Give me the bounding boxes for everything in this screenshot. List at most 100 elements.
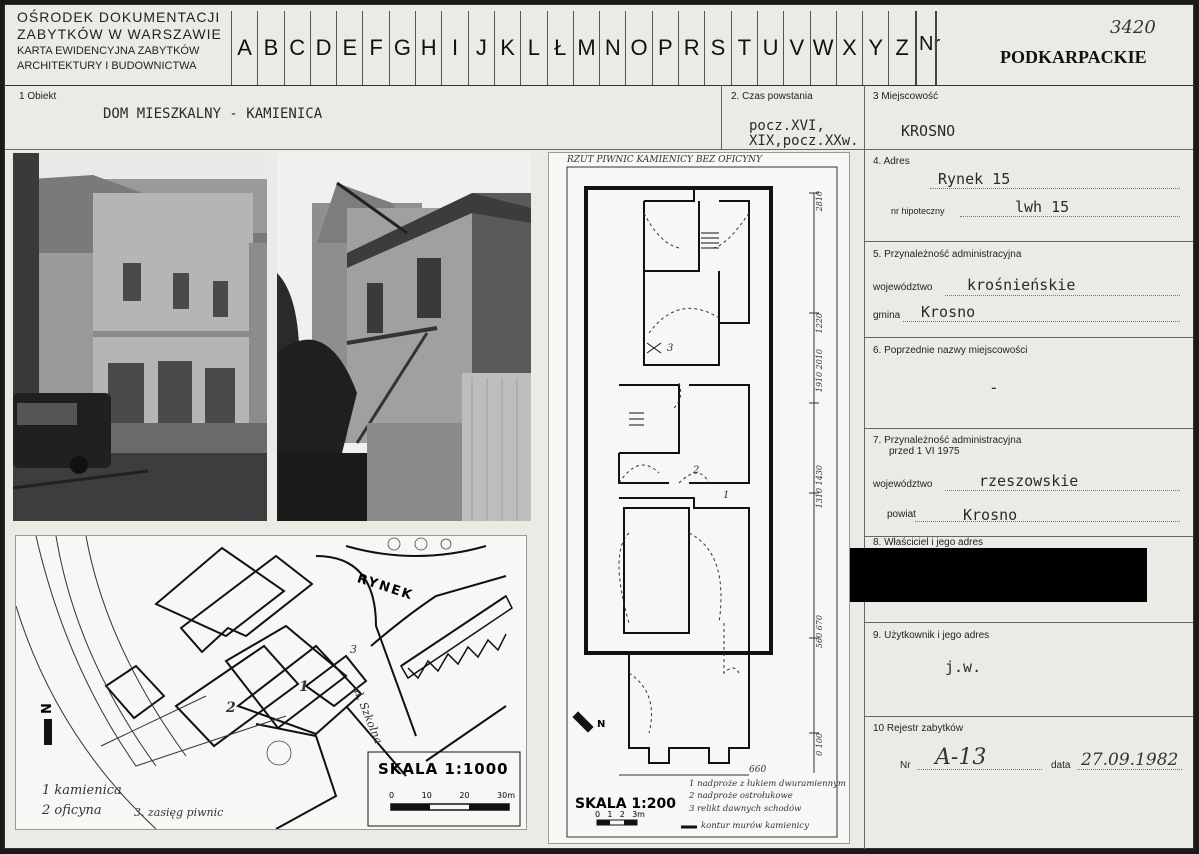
dim-3: 1310 1430 xyxy=(815,465,824,509)
letter-cell: K xyxy=(493,11,520,85)
floor-plan-drawing xyxy=(566,166,838,838)
register-date-value: 27.09.1982 xyxy=(1081,750,1179,770)
letter-cell: M xyxy=(572,11,599,85)
floor-legend-2: 2 nadproże ostrołukowe xyxy=(689,791,793,801)
floor-north: N xyxy=(597,719,606,730)
voivodeship-value: krośnieńskie xyxy=(967,276,1076,294)
letter-cell: T xyxy=(730,11,757,85)
dim-2: 1910 2010 xyxy=(815,349,824,393)
bld-1: 1 xyxy=(299,679,309,695)
prev-names-value: - xyxy=(989,378,999,397)
floor-scale-ticks: 0 1 2 3m xyxy=(595,810,645,819)
floor-mark-1: 1 xyxy=(723,490,730,501)
register-nr-value: A-13 xyxy=(935,745,987,770)
record-card: OŚRODEK DOKUMENTACJI ZABYTKÓW W WARSZAWI… xyxy=(4,4,1194,849)
letter-cell: X xyxy=(835,11,862,85)
owner-label: 8. Właściciel i jego adres xyxy=(873,537,984,548)
letter-cell: Y xyxy=(862,11,888,85)
admin-label: 5. Przynależność administracyjna xyxy=(873,249,1022,260)
letter-cell: C xyxy=(283,11,310,85)
commune-label: gmina xyxy=(873,310,901,321)
dim-1: 1220 xyxy=(815,313,824,334)
user-label: 9. Użytkownik i jego adres xyxy=(873,630,990,641)
voivodeship1975-label: województwo xyxy=(873,479,933,490)
address-label: 4. Adres xyxy=(873,156,910,167)
letter-cell: D xyxy=(309,11,336,85)
courtyard-photo xyxy=(277,153,531,521)
mortgage-label: nr hipoteczny xyxy=(891,206,945,216)
site-tick-2: 20 xyxy=(459,791,470,800)
letter-cell: F xyxy=(362,11,388,85)
site-tick-0: 0 xyxy=(389,791,395,800)
card-type-line2: ARCHITEKTURY I BUDOWNICTWA xyxy=(17,60,197,72)
period-line2: XIX,pocz.XXw. xyxy=(749,133,859,149)
user-value: j.w. xyxy=(945,658,982,676)
letter-cell: O xyxy=(625,11,651,85)
floor-mark-3: 3 xyxy=(667,343,674,354)
dim-5: 0 100 xyxy=(815,733,824,756)
dim-4: 560 670 xyxy=(815,615,824,649)
object-label: 1 Obiekt xyxy=(19,91,57,102)
letter-cell: B xyxy=(257,11,283,85)
letter-cell: E xyxy=(336,11,362,85)
courtyard-photo-drawing xyxy=(277,153,531,521)
letter-cell: I xyxy=(441,11,467,85)
region-name: PODKARPACKIE xyxy=(1000,47,1147,67)
site-legend-2: 2 oficyna xyxy=(42,803,102,818)
floor-legend-4: kontur murów kamienicy xyxy=(701,821,809,831)
letter-cell: V xyxy=(783,11,809,85)
site-plan: RYNEK ul. Szkolna N 1 2 3 SKALA 1:1000 0… xyxy=(15,535,527,830)
period-line1: pocz.XVI, xyxy=(749,118,825,134)
dim-width: 660 xyxy=(749,765,767,775)
bld-2: 2 xyxy=(226,700,236,716)
institution-line2: ZABYTKÓW W WARSZAWIE xyxy=(17,26,222,42)
register-label: 10 Rejestr zabytków xyxy=(873,723,964,734)
letter-index: ABCDEFGHIJKLŁMNOPRSTUVWXYZ xyxy=(231,11,915,85)
prev-names-label: 6. Poprzednie nazwy miejscowości xyxy=(873,345,1028,356)
county-label: powiat xyxy=(887,509,916,520)
facade-photo xyxy=(13,153,267,521)
letter-cell: G xyxy=(388,11,415,85)
facade-photo-drawing xyxy=(13,153,267,521)
register-nr-label: Nr xyxy=(900,760,911,771)
voivodeship-label: województwo xyxy=(873,282,933,293)
dim-0: 2810 xyxy=(815,191,824,212)
site-scale-ticks: 0 10 20 30m xyxy=(389,791,515,800)
letter-cell: U xyxy=(756,11,783,85)
object-value: DOM MIESZKALNY - KAMIENICA xyxy=(103,106,323,122)
floor-tick-1: 1 xyxy=(607,810,613,819)
floor-legend-1: 1 nadproże z łukiem dwuramiennym xyxy=(689,779,846,789)
voivodeship1975-value: rzeszowskie xyxy=(979,472,1079,490)
place-label: 3 Miejscowość xyxy=(873,91,939,102)
letter-cell: R xyxy=(678,11,704,85)
letter-cell: A xyxy=(231,11,257,85)
floor-mark-2: 2 xyxy=(693,465,700,476)
owner-redaction xyxy=(850,548,1147,602)
register-date-label: data xyxy=(1051,760,1071,771)
nr-value: 3420 xyxy=(1110,17,1156,38)
admin1975-label2: przed 1 VI 1975 xyxy=(889,446,960,457)
floor-plan: RZUT PIWNIC KAMIENICY BEZ OFICYNY 3 2 1 … xyxy=(548,152,850,844)
site-legend-3: 3. zasięg piwnic xyxy=(134,806,224,819)
site-scale-title: SKALA 1:1000 xyxy=(378,760,509,778)
site-legend-1: 1 kamienica xyxy=(42,783,122,798)
letter-cell: Z xyxy=(888,11,914,85)
letter-cell: N xyxy=(599,11,625,85)
period-label: 2. Czas powstania xyxy=(731,91,813,102)
site-north: N xyxy=(39,703,55,714)
commune-value: Krosno xyxy=(921,303,976,321)
place-value: KROSNO xyxy=(901,122,956,140)
institution-line1: OŚRODEK DOKUMENTACJI xyxy=(17,9,221,25)
letter-cell: P xyxy=(651,11,678,85)
letter-cell: Ł xyxy=(546,11,573,85)
letter-cell: J xyxy=(467,11,494,85)
card-type-line1: KARTA EWIDENCYJNA ZABYTKÓW xyxy=(17,45,200,57)
floor-tick-0: 0 xyxy=(595,810,601,819)
letter-cell: W xyxy=(809,11,836,85)
address-value: Rynek 15 xyxy=(938,170,1011,188)
floor-legend-3: 3 relikt dawnych schodów xyxy=(689,804,802,814)
floor-tick-2: 2 xyxy=(619,810,625,819)
bld-3: 3 xyxy=(350,643,357,656)
letter-cell: H xyxy=(415,11,441,85)
institution-block: OŚRODEK DOKUMENTACJI ZABYTKÓW W WARSZAWI… xyxy=(17,9,229,73)
